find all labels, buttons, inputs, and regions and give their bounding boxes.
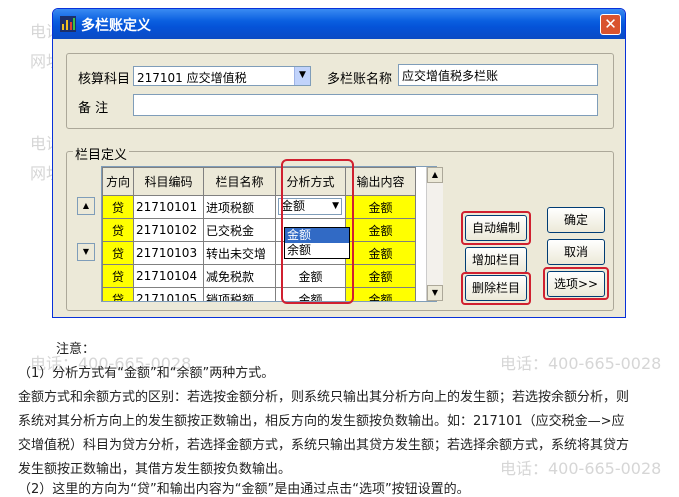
title-bar[interactable]: 多栏账定义 ✕ [53,9,625,39]
note-line: （1）分析方式有“金额”和“余额”两种方式。 [18,366,275,381]
cancel-button[interactable]: 取消 [547,239,605,265]
note-line: 系统对其分析方向上的发生额按正数输出，相反方向的发生额按负数输出。如：21710… [18,414,625,429]
method-dropdown-list[interactable]: 金额 余额 [284,227,350,259]
cell-output[interactable]: 金额 [345,195,416,219]
cell-method[interactable]: 金额 [275,264,346,288]
table-row[interactable]: 贷 21710101 进项税额 金额 ▼ 金额 [102,195,416,219]
add-column-button[interactable]: 增加栏目 [465,247,527,273]
ledger-name-value: 应交增值税多栏账 [402,69,499,83]
column-table: 方向 科目编码 栏目名称 分析方式 输出内容 贷 21710101 进项税额 金… [102,167,416,301]
ledger-name-label: 多栏账名称 [327,72,393,87]
grid-scrollbar[interactable]: ▲ ▼ [426,167,443,301]
cell-name[interactable]: 减免税款 [203,264,276,288]
table-row[interactable]: 贷 21710104 减免税款 金额 金额 [102,264,416,288]
delete-column-button[interactable]: 删除栏目 [465,275,527,301]
cell-direction[interactable]: 贷 [102,264,134,288]
watermark-phone: 电话：400-665-0028 [500,354,662,373]
remark-label: 备 注 [78,101,109,116]
note-line: 金额方式和余额方式的区别：若选按金额分析，则系统只输出其分析方向上的发生额；若选… [18,390,630,405]
header-method[interactable]: 分析方式 [275,167,346,196]
header-direction[interactable]: 方向 [102,167,134,196]
cell-direction[interactable]: 贷 [102,218,134,242]
close-icon: ✕ [604,15,617,33]
close-button[interactable]: ✕ [600,14,621,35]
account-label: 核算科目 [78,72,131,87]
table-header-row: 方向 科目编码 栏目名称 分析方式 输出内容 [102,167,416,196]
chevron-down-icon[interactable]: ▼ [294,67,310,85]
cell-code[interactable]: 21710104 [133,264,204,288]
note-heading: 注意： [56,342,96,357]
header-output[interactable]: 输出内容 [345,167,416,196]
ok-button[interactable]: 确定 [547,207,605,233]
scroll-down-icon[interactable]: ▼ [427,285,443,301]
move-down-button[interactable]: ▼ [77,243,95,261]
cell-method-select[interactable]: 金额 ▼ [275,195,346,219]
ledger-name-input[interactable]: 应交增值税多栏账 [398,64,598,86]
table-row[interactable]: 贷 21710103 转出未交增 金额 [102,241,416,265]
options-button[interactable]: 选项>> [547,271,605,297]
note-line: 交增值税）科目为贷方分析，若选择金额方式，系统只输出其贷方发生额；若选择余额方式… [18,438,630,453]
header-name[interactable]: 栏目名称 [203,167,276,196]
cell-name[interactable]: 已交税金 [203,218,276,242]
chevron-down-icon[interactable]: ▼ [332,199,339,214]
note-line: （2）这里的方向为“贷”和输出内容为“金额”是由通过点击“选项”按钮设置的。 [18,482,470,497]
header-code[interactable]: 科目编码 [133,167,204,196]
method-value: 金额 [281,199,306,213]
cell-output[interactable]: 金额 [345,218,416,242]
multi-column-ledger-dialog: 多栏账定义 ✕ 核算科目 217101 应交增值税 ▼ 多栏账名称 应交增值税多… [52,8,626,318]
cell-direction[interactable]: 贷 [102,195,134,219]
account-value: 217101 应交增值税 [137,71,247,85]
method-option[interactable]: 余额 [285,243,349,258]
watermark-phone: 电话：400-665-0028 [500,459,662,478]
arrow-down-icon: ▼ [82,247,90,256]
note-line: 发生额按正数输出，其借方发生额按负数输出。 [18,462,292,477]
method-option[interactable]: 金额 [285,228,349,243]
cell-direction[interactable]: 贷 [102,287,134,301]
arrow-up-icon: ▲ [82,201,90,210]
cell-method[interactable]: 金额 [275,287,346,301]
table-row[interactable]: 贷 21710102 已交税金 金额 [102,218,416,242]
method-combobox[interactable]: 金额 ▼ [278,198,342,215]
remark-input[interactable] [133,94,598,116]
table-row[interactable]: 贷 21710105 销项税额 金额 金额 [102,287,416,301]
auto-edit-button[interactable]: 自动编制 [465,215,527,241]
cell-output[interactable]: 金额 [345,264,416,288]
dialog-title: 多栏账定义 [81,18,151,34]
move-up-button[interactable]: ▲ [77,197,95,215]
cell-name[interactable]: 转出未交增 [203,241,276,265]
column-definition-label: 栏目定义 [73,144,130,163]
column-grid[interactable]: 方向 科目编码 栏目名称 分析方式 输出内容 贷 21710101 进项税额 金… [101,166,437,302]
account-select[interactable]: 217101 应交增值税 ▼ [133,66,311,86]
cell-code[interactable]: 21710102 [133,218,204,242]
cell-name[interactable]: 销项税额 [203,287,276,301]
cell-output[interactable]: 金额 [345,241,416,265]
cell-output[interactable]: 金额 [345,287,416,301]
cell-code[interactable]: 21710101 [133,195,204,219]
scroll-up-icon[interactable]: ▲ [427,167,443,183]
cell-name[interactable]: 进项税额 [203,195,276,219]
cell-code[interactable]: 21710105 [133,287,204,301]
cell-code[interactable]: 21710103 [133,241,204,265]
cell-direction[interactable]: 贷 [102,241,134,265]
app-chart-icon [60,16,76,32]
